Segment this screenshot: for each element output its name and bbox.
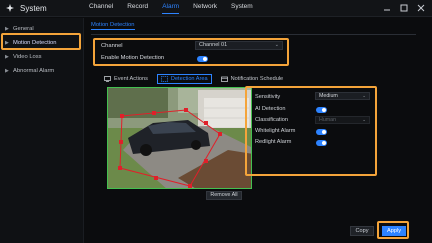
tab-label: Event Actions bbox=[114, 76, 148, 82]
tab-detection-area[interactable]: Detection Area bbox=[156, 74, 212, 84]
chevron-down-icon: ⌄ bbox=[362, 117, 366, 122]
channel-select[interactable]: Channel 01 ⌄ bbox=[195, 41, 283, 50]
sensitivity-select[interactable]: Medium ⌄ bbox=[315, 92, 370, 100]
event-actions-icon bbox=[104, 76, 111, 82]
camera-scene bbox=[108, 88, 251, 188]
redlight-alarm-toggle[interactable] bbox=[316, 140, 327, 146]
top-bar: System Channel Record Alarm Network Syst… bbox=[0, 0, 432, 17]
main-panel: Motion Detection Channel Channel 01 ⌄ En… bbox=[85, 18, 432, 243]
caret-right-icon: ▶ bbox=[5, 54, 9, 60]
whitelight-alarm-label: Whitelight Alarm bbox=[255, 128, 296, 134]
sidebar-item-label: Video Loss bbox=[13, 54, 42, 60]
sensitivity-value: Medium bbox=[319, 93, 338, 99]
sensitivity-label: Sensitivity bbox=[255, 94, 281, 100]
tab-label: Notification Schedule bbox=[230, 76, 284, 82]
apply-button[interactable]: Apply bbox=[382, 226, 406, 236]
tab-motion-detection[interactable]: Motion Detection bbox=[91, 22, 135, 30]
main-nav: Channel Record Alarm Network System bbox=[89, 3, 267, 14]
detection-area-icon bbox=[161, 76, 168, 82]
ai-detection-toggle[interactable] bbox=[316, 107, 327, 113]
camera-preview[interactable] bbox=[107, 87, 252, 189]
caret-right-icon: ▶ bbox=[5, 68, 9, 74]
close-icon[interactable] bbox=[416, 3, 426, 13]
tab-divider bbox=[91, 34, 416, 35]
detection-tabs: Event Actions Detection Area Notificatio… bbox=[101, 74, 292, 84]
tab-notification-schedule[interactable]: Notification Schedule bbox=[218, 75, 287, 83]
classification-value: Human bbox=[319, 117, 337, 123]
channel-value: Channel 01 bbox=[199, 42, 228, 48]
classification-label: Classification bbox=[255, 117, 288, 123]
enable-motion-toggle[interactable] bbox=[197, 56, 208, 62]
copy-button[interactable]: Copy bbox=[350, 226, 374, 236]
app-title: System bbox=[20, 3, 47, 13]
sidebar-item-video-loss[interactable]: ▶ Video Loss bbox=[0, 50, 83, 64]
enable-motion-label: Enable Motion Detection bbox=[101, 55, 165, 61]
channel-label: Channel bbox=[101, 43, 123, 49]
calendar-icon bbox=[220, 76, 228, 82]
ai-detection-label: AI Detection bbox=[255, 106, 286, 112]
classification-select: Human ⌄ bbox=[315, 116, 370, 124]
maximize-icon[interactable] bbox=[399, 3, 409, 13]
window-controls bbox=[382, 3, 426, 13]
nav-system[interactable]: System bbox=[231, 3, 253, 14]
whitelight-alarm-toggle[interactable] bbox=[316, 129, 327, 135]
sidebar-item-label: Abnormal Alarm bbox=[13, 68, 55, 74]
system-icon bbox=[5, 3, 15, 13]
sidebar: ▶ General ▶ Motion Detection ▶ Video Los… bbox=[0, 18, 84, 243]
sidebar-item-abnormal-alarm[interactable]: ▶ Abnormal Alarm bbox=[0, 64, 83, 78]
tab-label: Detection Area bbox=[170, 76, 208, 82]
minimize-icon[interactable] bbox=[382, 3, 392, 13]
nav-network[interactable]: Network bbox=[193, 3, 217, 14]
remove-all-button[interactable]: Remove All bbox=[206, 191, 242, 200]
sidebar-highlight-box bbox=[1, 33, 81, 50]
app-title-area: System bbox=[5, 3, 47, 13]
nav-alarm[interactable]: Alarm bbox=[162, 3, 180, 14]
nav-channel[interactable]: Channel bbox=[89, 3, 113, 14]
redlight-alarm-label: Redlight Alarm bbox=[255, 139, 292, 145]
sidebar-item-label: General bbox=[13, 26, 34, 32]
chevron-down-icon: ⌄ bbox=[362, 93, 366, 98]
chevron-down-icon: ⌄ bbox=[274, 42, 279, 48]
nav-record[interactable]: Record bbox=[127, 3, 148, 14]
tab-event-actions[interactable]: Event Actions bbox=[101, 75, 151, 83]
